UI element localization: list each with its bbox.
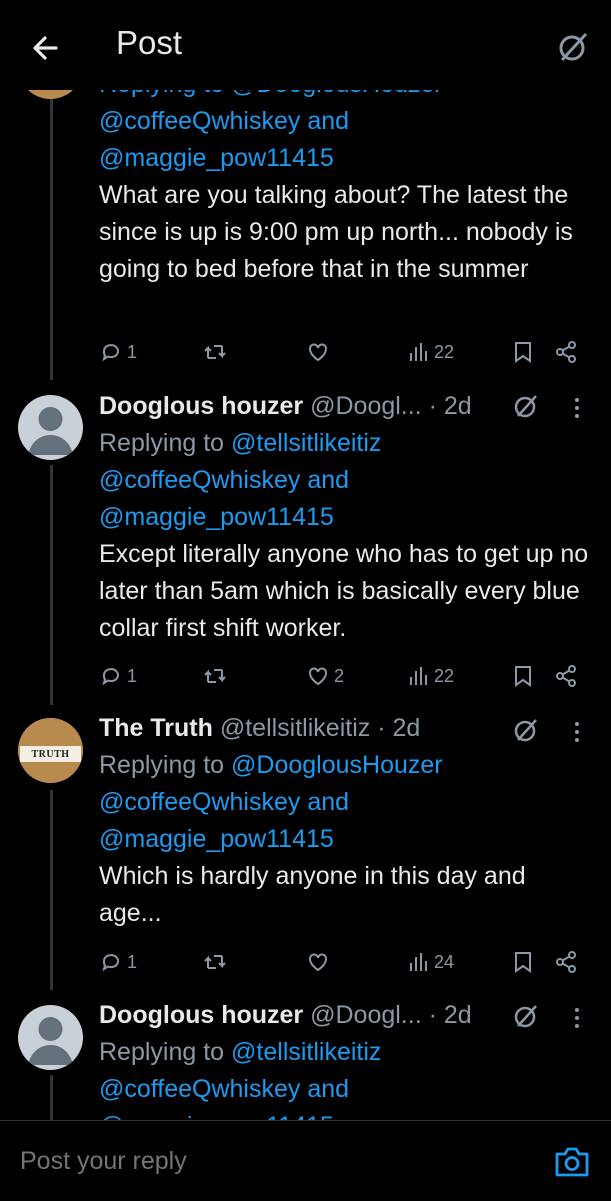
grok-icon[interactable]	[556, 30, 590, 64]
views-count: 24	[434, 951, 455, 972]
display-name[interactable]: Dooglous houzer	[99, 392, 303, 420]
post-actions: 1 24	[99, 947, 589, 977]
avatar[interactable]	[18, 1005, 83, 1070]
mentions-line[interactable]: @coffeeQwhiskey and	[99, 462, 591, 499]
views-button[interactable]: 24	[408, 947, 454, 977]
bookmark-icon	[515, 666, 531, 687]
bookmark-icon	[515, 952, 531, 973]
back-arrow-icon[interactable]	[26, 28, 66, 68]
mentions-line[interactable]: @maggie_pow11415	[99, 499, 591, 536]
mentions-line[interactable]: @coffeeQwhiskey and	[99, 784, 591, 821]
post-actions: 1 2 22	[99, 661, 589, 691]
share-icon	[556, 665, 576, 687]
bookmark-button[interactable]	[512, 947, 534, 977]
reply-post[interactable]: TRUTH The Truth @tellsitlikeitiz · 2d Re…	[0, 708, 611, 988]
share-icon	[556, 341, 576, 363]
repost-button[interactable]	[202, 337, 228, 367]
repost-icon	[204, 955, 226, 969]
mentions-line[interactable]: @maggie_pow11415	[99, 140, 591, 177]
post-time: · 2d	[428, 392, 472, 420]
replying-to-line: Replying to @tellsitlikeitiz	[99, 425, 591, 462]
repost-button[interactable]	[202, 947, 228, 977]
heart-icon	[309, 667, 327, 686]
grok-icon[interactable]	[512, 392, 540, 420]
avatar[interactable]: TRUTH	[18, 718, 83, 783]
repost-icon	[204, 669, 226, 683]
post-text: Which is hardly anyone in this day and a…	[99, 862, 526, 927]
replying-label: Replying to	[99, 1038, 225, 1066]
replying-label: Replying to	[99, 429, 225, 457]
reply-post[interactable]: Dooglous houzer @Doogl... · 2d Replying …	[0, 385, 611, 703]
mentions-line[interactable]: @maggie_pow11415	[99, 821, 591, 858]
views-count: 22	[434, 665, 455, 686]
reply-count: 1	[127, 951, 138, 972]
avatar[interactable]	[18, 395, 83, 460]
post-text: What are you talking about? The latest t…	[99, 181, 573, 283]
repost-button[interactable]	[202, 661, 228, 691]
post-actions: 1 22	[99, 337, 589, 367]
reply-icon	[102, 954, 119, 972]
bookmark-button[interactable]	[512, 661, 534, 691]
mentions-line[interactable]: @maggie_pow11415	[99, 1108, 591, 1120]
page-title: Post	[116, 24, 183, 61]
like-button[interactable]	[306, 337, 330, 367]
like-button[interactable]	[306, 947, 330, 977]
top-bar: Post	[0, 0, 611, 90]
replying-to-handle[interactable]: @tellsitlikeitiz	[231, 429, 381, 457]
post-time: · 2d	[428, 1001, 472, 1029]
grok-icon[interactable]	[512, 1002, 540, 1030]
reply-icon	[102, 668, 119, 686]
views-icon	[410, 953, 427, 971]
default-avatar-icon	[28, 1017, 73, 1065]
user-handle[interactable]: @Doogl...	[310, 392, 422, 420]
repost-icon	[204, 345, 226, 359]
share-button[interactable]	[554, 337, 578, 367]
camera-icon[interactable]	[554, 1145, 590, 1179]
heart-icon	[309, 953, 327, 972]
share-icon	[556, 951, 576, 973]
reply-count: 1	[127, 665, 138, 686]
post-text: Except literally anyone who has to get u…	[99, 540, 589, 642]
reply-icon	[102, 344, 119, 362]
replying-to-line: Replying to @tellsitlikeitiz	[99, 1034, 591, 1071]
reply-button[interactable]: 1	[99, 661, 137, 691]
replying-to-handle[interactable]: @DooglousHouzer	[231, 751, 443, 779]
share-button[interactable]	[554, 661, 578, 691]
views-count: 22	[434, 341, 455, 362]
grok-icon[interactable]	[512, 716, 540, 744]
heart-icon	[309, 343, 327, 362]
views-button[interactable]: 22	[408, 337, 454, 367]
replying-to-handle[interactable]: @tellsitlikeitiz	[231, 1038, 381, 1066]
more-options-icon[interactable]	[573, 1005, 581, 1033]
reply-button[interactable]: 1	[99, 947, 137, 977]
reply-input[interactable]: Post your reply	[20, 1147, 187, 1176]
reply-post[interactable]: Dooglous houzer @Doogl... · 2d Replying …	[0, 995, 611, 1120]
user-handle[interactable]: @tellsitlikeitiz	[220, 714, 370, 742]
post-time: · 2d	[377, 714, 421, 742]
bookmark-icon	[515, 342, 531, 363]
avatar-text: TRUTH	[31, 749, 70, 760]
like-count: 2	[334, 665, 345, 686]
like-button[interactable]: 2	[306, 661, 344, 691]
reply-composer: Post your reply	[0, 1120, 611, 1201]
more-options-icon[interactable]	[573, 719, 581, 747]
more-options-icon[interactable]	[573, 395, 581, 423]
views-button[interactable]: 22	[408, 661, 454, 691]
display-name[interactable]: Dooglous houzer	[99, 1001, 303, 1029]
share-button[interactable]	[554, 947, 578, 977]
views-icon	[410, 343, 427, 361]
mentions-line[interactable]: @coffeeQwhiskey and	[99, 103, 591, 140]
default-avatar-icon	[28, 407, 73, 455]
bookmark-button[interactable]	[512, 337, 534, 367]
reply-button[interactable]: 1	[99, 337, 137, 367]
mentions-line[interactable]: @coffeeQwhiskey and	[99, 1071, 591, 1108]
replying-to-line: Replying to @DooglousHouzer	[99, 747, 591, 784]
display-name[interactable]: The Truth	[99, 714, 213, 742]
user-handle[interactable]: @Doogl...	[310, 1001, 422, 1029]
reply-count: 1	[127, 341, 138, 362]
replying-label: Replying to	[99, 751, 225, 779]
reply-thread: Replying to @DooglousHouzer @coffeeQwhis…	[0, 0, 611, 1120]
views-icon	[410, 667, 427, 685]
